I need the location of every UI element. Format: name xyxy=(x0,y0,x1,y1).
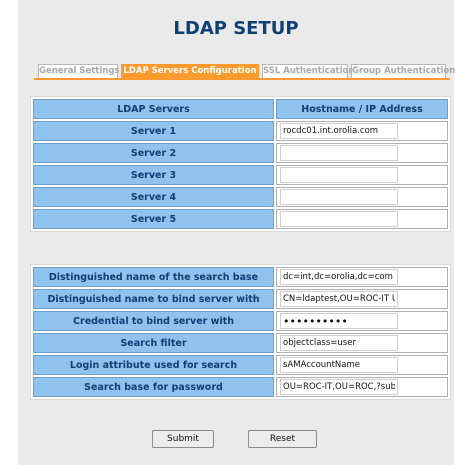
servers-header-address: Hostname / IP Address xyxy=(276,99,448,119)
table-row: Server 3 xyxy=(33,165,448,185)
bind-credential-input[interactable] xyxy=(280,313,398,329)
login-attribute-input[interactable] xyxy=(280,357,398,373)
server-4-input[interactable] xyxy=(280,189,398,205)
tab-underline xyxy=(34,78,450,80)
table-row: Server 5 xyxy=(33,209,448,229)
servers-box: LDAP Servers Hostname / IP Address Serve… xyxy=(30,96,451,232)
tab-ssl-authentication[interactable]: SSL Authentication xyxy=(262,64,354,79)
table-row: Login attribute used for search xyxy=(33,355,448,375)
tab-ldap-servers-configuration[interactable]: LDAP Servers Configuration xyxy=(121,64,259,79)
tab-bar: General Settings LDAP Servers Configurat… xyxy=(34,64,455,80)
search-base-label: Distinguished name of the search base xyxy=(33,267,274,287)
login-attribute-label: Login attribute used for search xyxy=(33,355,274,375)
server-5-label: Server 5 xyxy=(33,209,274,229)
servers-header-row: LDAP Servers Hostname / IP Address xyxy=(33,99,448,119)
bind-dn-label: Distinguished name to bind server with xyxy=(33,289,274,309)
settings-box: Distinguished name of the search base Di… xyxy=(30,264,451,400)
servers-table: LDAP Servers Hostname / IP Address Serve… xyxy=(31,97,450,231)
server-1-label: Server 1 xyxy=(33,121,274,141)
table-row: Server 1 xyxy=(33,121,448,141)
tab-general-settings[interactable]: General Settings xyxy=(38,64,119,79)
server-3-label: Server 3 xyxy=(33,165,274,185)
server-1-input[interactable] xyxy=(280,123,398,139)
table-row: Distinguished name of the search base xyxy=(33,267,448,287)
server-4-label: Server 4 xyxy=(33,187,274,207)
search-base-input[interactable] xyxy=(280,269,398,285)
server-5-input[interactable] xyxy=(280,211,398,227)
tab-group-authentication[interactable]: Group Authentication xyxy=(351,64,455,79)
bind-dn-input[interactable] xyxy=(280,291,398,307)
password-search-base-label: Search base for password xyxy=(33,377,274,397)
password-search-base-input[interactable] xyxy=(280,379,398,395)
reset-button[interactable]: Reset xyxy=(248,430,317,448)
table-row: Distinguished name to bind server with xyxy=(33,289,448,309)
submit-button[interactable]: Submit xyxy=(152,430,214,448)
server-2-input[interactable] xyxy=(280,145,398,161)
server-2-label: Server 2 xyxy=(33,143,274,163)
search-filter-label: Search filter xyxy=(33,333,274,353)
table-row: Credential to bind server with xyxy=(33,311,448,331)
table-row: Server 2 xyxy=(33,143,448,163)
settings-table: Distinguished name of the search base Di… xyxy=(31,265,450,399)
server-3-input[interactable] xyxy=(280,167,398,183)
page-title: LDAP SETUP xyxy=(173,18,299,39)
servers-header-name: LDAP Servers xyxy=(33,99,274,119)
search-filter-input[interactable] xyxy=(280,335,398,351)
table-row: Search base for password xyxy=(33,377,448,397)
settings-panel: LDAP SETUP General Settings LDAP Servers… xyxy=(18,0,455,465)
table-row: Server 4 xyxy=(33,187,448,207)
table-row: Search filter xyxy=(33,333,448,353)
bind-credential-label: Credential to bind server with xyxy=(33,311,274,331)
